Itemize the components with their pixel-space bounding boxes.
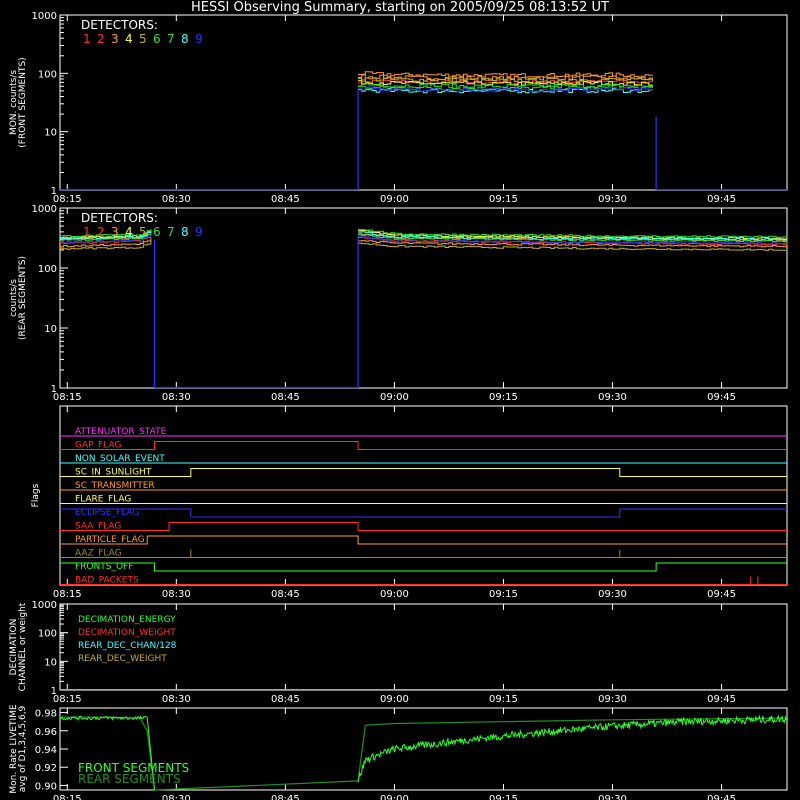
- livetime-xtick-label: 09:15: [489, 794, 518, 800]
- livetime-legend-rear: REAR SEGMENTS: [78, 772, 181, 786]
- front-xtick-label: 09:30: [598, 194, 627, 205]
- rear-ytick-label: 1000: [32, 204, 57, 215]
- front-xtick-label: 08:15: [53, 194, 82, 205]
- flags-xtick-label: 09:45: [707, 589, 736, 600]
- rear-xtick-label: 09:00: [380, 392, 409, 403]
- rear-gap-line: [153, 235, 359, 389]
- livetime-xtick-label: 08:45: [271, 794, 300, 800]
- flag-line: [60, 441, 787, 450]
- front-ylabel: (FRONT SEGMENTS): [18, 57, 28, 147]
- flag-line: [60, 562, 787, 572]
- front-legend-title: DETECTORS:: [81, 18, 158, 32]
- livetime-ytick-label: 0.94: [35, 745, 57, 756]
- livetime-ytick-label: 0.98: [35, 709, 57, 720]
- flags-xtick-label: 08:30: [162, 589, 191, 600]
- rear-xtick-label: 08:45: [271, 392, 300, 403]
- livetime-xtick-label: 08:15: [53, 794, 82, 800]
- front-xtick-label: 09:00: [380, 194, 409, 205]
- front-ytick-label: 10: [44, 128, 57, 139]
- decimation-xtick-label: 08:30: [162, 694, 191, 705]
- flag-line: [60, 522, 787, 531]
- front-xtick-label: 09:15: [489, 194, 518, 205]
- rear-xtick-label: 09:45: [707, 392, 736, 403]
- decimation-ytick-label: 1000: [32, 600, 57, 611]
- rear-legend-detector: 4: [125, 225, 133, 239]
- front-legend-detector: 8: [181, 32, 189, 46]
- flag-line: [60, 535, 787, 545]
- flag-line: [60, 468, 787, 477]
- rear-ylabel: (REAR SEGMENTS): [18, 256, 28, 340]
- decimation-ytick-label: 1: [51, 686, 57, 697]
- decimation-ytick-label: 100: [38, 629, 57, 640]
- front-ytick-label: 1: [51, 186, 57, 197]
- rear-xtick-label: 09:15: [489, 392, 518, 403]
- rear-xtick-label: 08:15: [53, 392, 82, 403]
- front-legend-detector: 2: [97, 32, 105, 46]
- livetime-series-line: [357, 714, 787, 783]
- flags-xtick-label: 09:30: [598, 589, 627, 600]
- flags-ylabel: Flags: [31, 483, 41, 507]
- rear-legend-detector: 7: [167, 225, 175, 239]
- front-xtick-label: 08:45: [271, 194, 300, 205]
- decimation-xtick-label: 08:45: [271, 694, 300, 705]
- rear-legend-detector: 5: [139, 225, 147, 239]
- rear-legend-detector: 1: [83, 225, 91, 239]
- livetime-ytick-label: 0.96: [35, 727, 57, 738]
- rear-legend-detector: 8: [181, 225, 189, 239]
- rear-legend-detector: 9: [195, 225, 203, 239]
- front-legend-detector: 7: [167, 32, 175, 46]
- rear-legend-detector: 3: [111, 225, 119, 239]
- livetime-xtick-label: 09:45: [707, 794, 736, 800]
- decimation-xtick-label: 08:15: [53, 694, 82, 705]
- front-series-line: [358, 71, 653, 78]
- decimation-legend-label: DECIMATION_ENERGY: [78, 615, 176, 625]
- rear-legend-title: DETECTORS:: [81, 211, 158, 225]
- livetime-xtick-label: 08:30: [162, 794, 191, 800]
- rear-xtick-label: 08:30: [162, 392, 191, 403]
- flag-line: [60, 508, 787, 518]
- rear-legend-detector: 6: [153, 225, 161, 239]
- livetime-ytick-label: 0.90: [35, 781, 57, 792]
- front-legend-detector: 5: [139, 32, 147, 46]
- front-legend-detector: 4: [125, 32, 133, 46]
- rear-xtick-label: 09:30: [598, 392, 627, 403]
- decimation-ytick-label: 10: [44, 657, 57, 668]
- observing-summary-chart: 08:15 08:30 08:45 09:00 09:15 09:30 09:45MON. …: [9, 11, 788, 800]
- rear-ytick-label: 100: [38, 264, 57, 275]
- front-legend-detector: 3: [111, 32, 119, 46]
- front-xtick-label: 09:45: [707, 194, 736, 205]
- decimation-xtick-label: 09:15: [489, 694, 518, 705]
- rear-ytick-label: 10: [44, 324, 57, 335]
- front-legend-detector: 6: [153, 32, 161, 46]
- decimation-legend-label: REAR_DEC_CHAN/128: [78, 641, 177, 651]
- livetime-ytick-label: 0.92: [35, 763, 57, 774]
- rear-legend-detector: 2: [97, 225, 105, 239]
- decimation-xtick-label: 09:30: [598, 694, 627, 705]
- livetime-xtick-label: 09:30: [598, 794, 627, 800]
- front-legend-detector: 9: [195, 32, 203, 46]
- front-xtick-label: 08:30: [162, 194, 191, 205]
- rear-ytick-label: 1: [51, 384, 57, 395]
- front-ytick-label: 1000: [32, 11, 57, 22]
- flags-xtick-label: 09:15: [489, 589, 518, 600]
- flags-xtick-label: 08:45: [271, 589, 300, 600]
- front-gap-line: [60, 88, 787, 191]
- flags-xtick-label: 09:00: [380, 589, 409, 600]
- front-legend-detector: 1: [83, 32, 91, 46]
- front-ytick-label: 100: [38, 69, 57, 80]
- flags-panel-frame: [59, 405, 788, 586]
- decimation-legend-label: REAR_DEC_WEIGHT: [78, 654, 167, 664]
- livetime-ylabel: avg of D1,3,4,5,6,9: [18, 705, 28, 792]
- decimation-legend-label: DECIMATION_WEIGHT: [78, 628, 176, 638]
- decimation-xtick-label: 09:00: [380, 694, 409, 705]
- decimation-xtick-label: 09:45: [707, 694, 736, 705]
- livetime-xtick-label: 09:00: [380, 794, 409, 800]
- decimation-ylabel: CHANNEL or weight: [18, 602, 28, 691]
- flags-xtick-label: 08:15: [53, 589, 82, 600]
